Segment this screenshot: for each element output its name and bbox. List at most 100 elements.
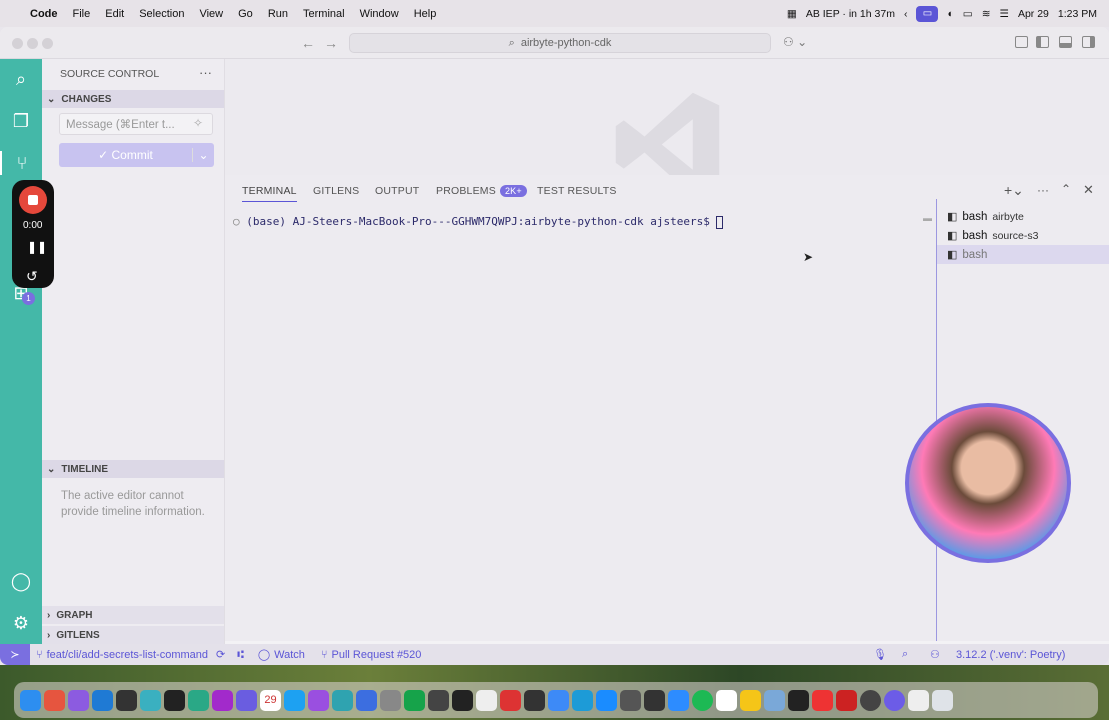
zoom-app-icon[interactable] [668,689,689,711]
app-icon[interactable] [332,689,353,711]
timeline-section-header[interactable]: ⌄ TIMELINE [42,460,224,478]
trash-icon[interactable] [932,689,953,711]
menu-edit[interactable]: Edit [105,8,124,20]
close-window-button[interactable] [12,38,23,49]
zoom-window-button[interactable] [42,38,53,49]
app-icon[interactable] [908,689,929,711]
app-icon[interactable] [812,689,833,711]
terminal-item[interactable]: ◧ bash airbyte [937,207,1109,226]
more-actions-icon[interactable]: ··· [199,65,212,80]
app-icon[interactable] [836,689,857,711]
restart-icon[interactable]: ↺ [26,268,38,285]
git-graph-icon[interactable]: ⑆ [237,649,244,661]
maximize-panel-icon[interactable]: ⌃ [1061,182,1071,196]
back-arrow-icon[interactable]: ← [301,35,315,51]
tab-terminal[interactable]: TERMINAL [242,185,297,202]
zoom-icon[interactable]: ⌕ [902,648,908,661]
app-icon[interactable] [764,689,785,711]
notion-icon[interactable] [476,689,497,711]
menu-app-name[interactable]: Code [30,8,58,20]
terminal-item-active[interactable]: ◧ bash [937,245,1109,264]
app-icon[interactable] [788,689,809,711]
menu-window[interactable]: Window [360,8,399,20]
vscode-icon[interactable] [92,689,113,711]
sparkle-icon[interactable]: ✧ [193,116,203,130]
tab-problems[interactable]: PROBLEMS 2K+ [436,185,527,197]
close-panel-icon[interactable]: ✕ [1083,182,1094,198]
app-icon[interactable] [284,689,305,711]
control-center-icon[interactable]: ☰ [1000,8,1009,20]
menu-file[interactable]: File [73,8,91,20]
app-icon[interactable] [548,689,569,711]
new-terminal-icon[interactable]: +⌄ [1004,182,1024,199]
app-icon[interactable] [884,689,905,711]
commit-message-input[interactable]: Message (⌘Enter t... [59,113,213,135]
python-interpreter[interactable]: 3.12.2 ('.venv': Poetry) [956,649,1065,661]
calendar-icon[interactable]: 29 [260,689,281,711]
copilot-icon[interactable]: ⚇ ⌄ [783,35,807,49]
gitlens-section-header[interactable]: › GITLENS [42,626,224,644]
terminal-icon[interactable] [164,689,185,711]
menubar-date[interactable]: Apr 29 [1018,8,1049,20]
app-store-icon[interactable] [596,689,617,711]
launchpad-icon[interactable] [44,689,65,711]
app-icon[interactable] [356,689,377,711]
spotify-icon[interactable] [692,689,713,711]
app-icon[interactable] [236,689,257,711]
account-icon[interactable]: ◯ [9,569,33,593]
app-icon[interactable] [716,689,737,711]
jetbrains-icon[interactable] [212,689,233,711]
toggle-sidebar-icon[interactable] [1036,36,1049,48]
app-icon[interactable] [140,689,161,711]
app-icon[interactable] [428,689,449,711]
stop-recording-button[interactable] [19,186,47,214]
toggle-panel-icon[interactable] [1059,36,1072,48]
terminal-output[interactable]: ○ (base) AJ-Steers-MacBook-Pro---GGHWM7Q… [233,215,724,229]
changes-section-header[interactable]: ⌄ CHANGES [42,90,224,108]
forward-arrow-icon[interactable]: → [324,35,338,51]
menu-go[interactable]: Go [238,8,253,20]
app-icon[interactable] [68,689,89,711]
toggle-secondary-sidebar-icon[interactable] [1082,36,1095,48]
app-icon[interactable] [404,689,425,711]
menu-view[interactable]: View [199,8,223,20]
menubar-time[interactable]: 1:23 PM [1058,8,1097,20]
menu-terminal[interactable]: Terminal [303,8,345,20]
app-icon[interactable] [620,689,641,711]
tab-gitlens[interactable]: GITLENS [313,185,359,197]
tab-test-results[interactable]: TEST RESULTS [537,185,617,197]
app-icon[interactable] [860,689,881,711]
source-control-icon[interactable]: ⑂ [0,151,42,175]
pull-request-label[interactable]: Pull Request #520 [332,649,422,661]
sync-icon[interactable]: ⟳ [216,648,225,661]
app-icon[interactable] [524,689,545,711]
customize-layout-icon[interactable] [1015,36,1028,48]
watch-label[interactable]: Watch [274,649,305,661]
app-icon[interactable] [308,689,329,711]
terminal-item[interactable]: ◧ bash source-s3 [937,226,1109,245]
pause-icon[interactable]: ❚❚ [27,240,47,254]
app-icon[interactable] [380,689,401,711]
battery-icon[interactable]: ▭ [963,8,973,20]
menubar-grid-icon[interactable]: ▦ [787,8,797,20]
commit-dropdown-icon[interactable]: ⌄ [192,148,214,162]
graph-section-header[interactable]: › GRAPH [42,606,224,624]
app-icon[interactable] [740,689,761,711]
app-icon[interactable] [188,689,209,711]
copilot-status-icon[interactable]: ⚇ [930,648,940,661]
calendar-event-text[interactable]: AB IEP · in 1h 37m [806,8,895,20]
chevron-left-icon[interactable]: ‹ [904,8,908,20]
pdf-icon[interactable] [500,689,521,711]
tab-output[interactable]: OUTPUT [375,185,419,197]
settings-gear-icon[interactable]: ⚙ [9,611,33,635]
search-icon[interactable]: ⌕ [9,67,33,91]
app-icon[interactable] [116,689,137,711]
explorer-icon[interactable]: ❐ [9,109,33,133]
screen-record-icon[interactable]: ▭ [916,5,939,22]
remote-icon[interactable]: ≻ [0,644,30,665]
app-icon[interactable] [644,689,665,711]
finder-icon[interactable] [20,689,41,711]
docker-icon[interactable] [572,689,593,711]
more-actions-icon[interactable]: ··· [1037,183,1049,197]
wifi-icon[interactable]: ≋ [982,8,991,20]
